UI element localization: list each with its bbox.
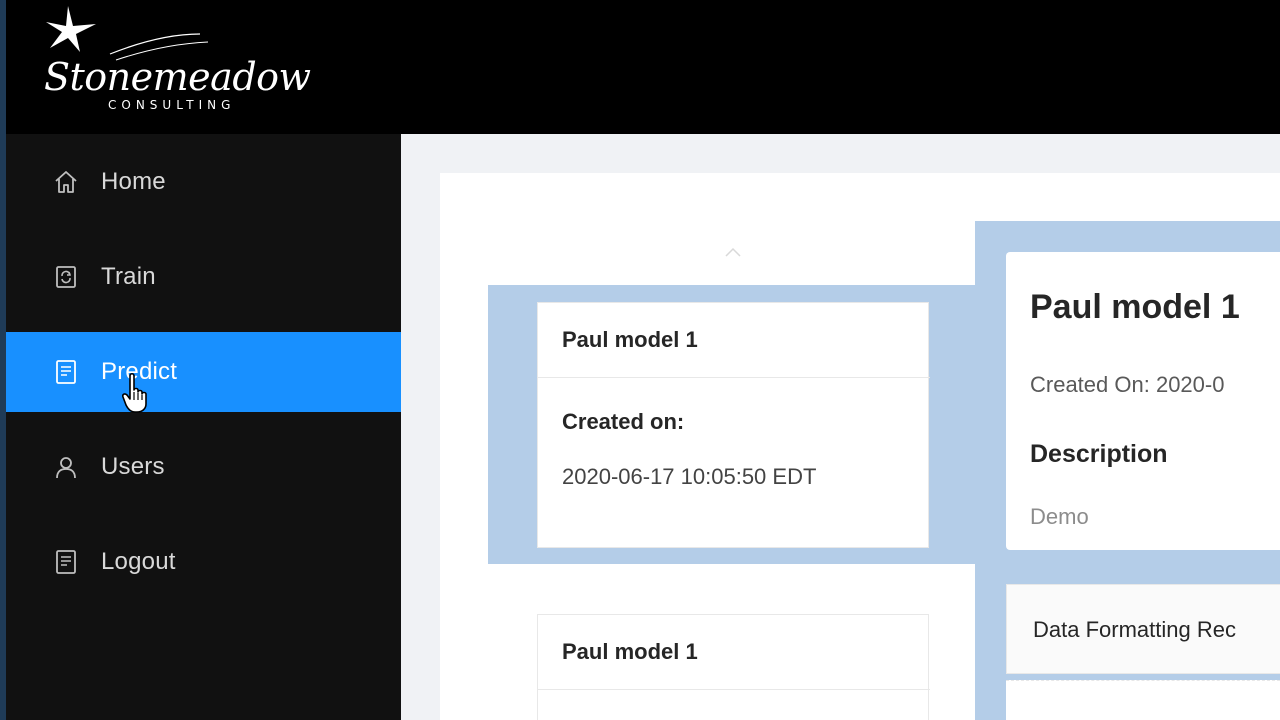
- sidebar-item-label: Logout: [101, 548, 176, 575]
- brand-tagline: CONSULTING: [108, 98, 236, 112]
- description-value: Demo: [1030, 504, 1089, 529]
- card-divider: [538, 377, 930, 378]
- data-formatting-label: Data Formatting Rec: [1033, 617, 1236, 642]
- train-icon: [52, 263, 80, 291]
- model-card-title: Paul model 1: [562, 327, 698, 352]
- model-card-title: Paul model 1: [562, 639, 698, 664]
- description-heading: Description: [1030, 440, 1168, 468]
- logout-icon: [52, 548, 80, 576]
- model-card[interactable]: Paul model 1: [537, 614, 930, 720]
- sidebar-item-label: Train: [101, 263, 156, 290]
- card-divider: [538, 689, 930, 690]
- detail-title: Paul model 1: [1030, 288, 1240, 326]
- sidebar-item-logout[interactable]: Logout: [6, 522, 401, 602]
- desktop-edge: [0, 0, 6, 720]
- data-formatting-body: [1006, 680, 1280, 720]
- sidebar-item-home[interactable]: Home: [6, 142, 401, 222]
- predict-icon: [52, 358, 80, 386]
- home-icon: [52, 168, 80, 196]
- sidebar-item-users[interactable]: Users: [6, 427, 401, 507]
- brand-name: Stonemeadow: [44, 55, 311, 99]
- app-header: Stonemeadow CONSULTING: [0, 0, 1280, 134]
- chevron-up-icon[interactable]: [722, 244, 744, 260]
- sidebar-item-label: Home: [101, 168, 166, 195]
- created-on-value: 2020-06-17 10:05:50 EDT: [562, 464, 817, 489]
- model-detail-card: Paul model 1 Created On: 2020-0 Descript…: [1006, 252, 1280, 550]
- sidebar-item-train[interactable]: Train: [6, 237, 401, 317]
- detail-created-on: Created On: 2020-0: [1030, 372, 1225, 397]
- sidebar-item-label: Users: [101, 453, 165, 480]
- created-on-label: Created on:: [562, 409, 685, 434]
- hand-pointer-cursor-icon: [122, 372, 154, 414]
- model-card-selected[interactable]: Paul model 1 Created on: 2020-06-17 10:0…: [537, 302, 930, 548]
- sidebar-item-predict[interactable]: Predict: [6, 332, 401, 412]
- data-formatting-section[interactable]: Data Formatting Rec: [1006, 584, 1280, 674]
- user-icon: [52, 453, 80, 481]
